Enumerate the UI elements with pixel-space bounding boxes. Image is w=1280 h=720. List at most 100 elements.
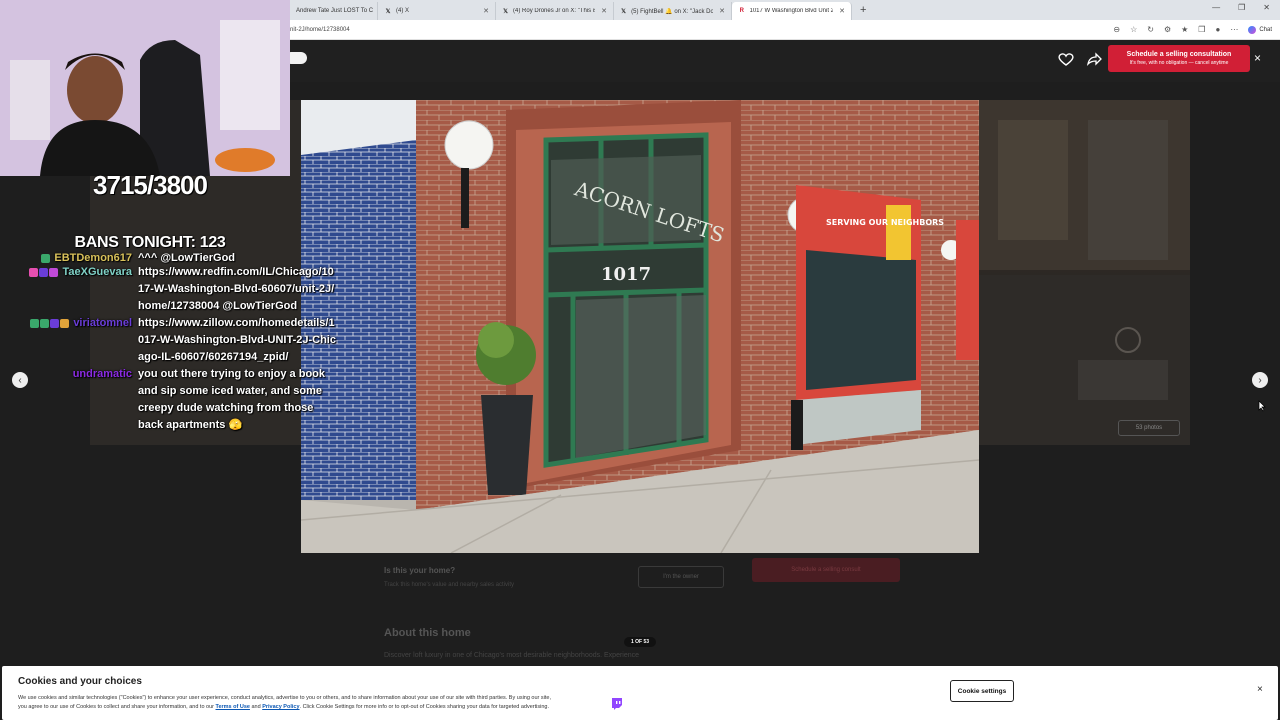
cookie-close-button[interactable]: × <box>1257 684 1263 695</box>
window-controls: — ❐ ✕ <box>1212 3 1270 12</box>
browser-tab-2[interactable]: 𝕏 (4) X ✕ <box>378 2 496 20</box>
chat-user-name: EBTDemon617 <box>54 252 132 264</box>
minimize-icon[interactable]: — <box>1212 3 1220 12</box>
cookie-settings-button[interactable]: Cookie settings <box>950 680 1014 702</box>
chat-username: EBTDemon617 <box>14 250 132 264</box>
copilot-chat-button[interactable]: Chat <box>1248 25 1272 34</box>
interior-photo <box>978 100 1190 445</box>
close-icon[interactable]: ✕ <box>483 7 489 15</box>
schedule-consultation-button[interactable]: Schedule a selling consultation It's fre… <box>1108 45 1250 72</box>
about-home-heading: About this home <box>384 627 471 639</box>
new-tab-button[interactable]: + <box>860 4 866 16</box>
mouse-cursor-icon <box>1258 400 1266 412</box>
window-sign-text: SERVING OUR NEIGHBORS <box>826 218 944 227</box>
parking-post <box>791 400 803 450</box>
main-listing-photo: ACORN LOFTS 1017 SERVING OUR NEIGHBORS <box>301 100 979 553</box>
vip-badge-icon <box>40 318 50 328</box>
browser-toolbar: ⊖ ☆ ↻ ⚙ ★ ❒ ● ⋯ Chat <box>1113 25 1272 34</box>
browser-tab-1[interactable]: Andrew Tate Just LOST To C ✕ <box>290 2 378 20</box>
is-this-your-home-heading: Is this your home? <box>384 566 456 575</box>
streamer-webcam-image <box>0 0 290 176</box>
profile-icon[interactable]: ● <box>1215 25 1220 34</box>
browser-tab-4[interactable]: 𝕏 (5) FightBell 🔔 on X: "Jack Doher ✕ <box>614 2 732 20</box>
mod-badge-icon <box>30 318 40 328</box>
chat-username: TaeXGuevara <box>14 264 132 315</box>
goal-counter: 3715/3800 <box>93 170 208 200</box>
heart-badge-icon <box>29 267 39 277</box>
x-icon: 𝕏 <box>503 8 508 15</box>
gift-badge-icon <box>49 267 59 277</box>
close-icon[interactable]: ✕ <box>719 7 725 15</box>
redfin-icon: R <box>739 8 744 14</box>
tab-label: (4) Roy Drones Jr on X: "This is wh <box>513 8 595 14</box>
share-icon[interactable] <box>1086 52 1102 66</box>
chat-text: you out there trying to enjoy a book and… <box>138 368 326 431</box>
cookie-text-post: . Click Cookie Settings for more info or… <box>299 704 549 710</box>
about-home-text: Discover loft luxury in one of Chicago's… <box>384 652 640 659</box>
stream-chat: EBTDemon617 ^^^ @LowTierGod TaeXGuevara … <box>14 250 344 434</box>
cookie-title: Cookies and your choices <box>18 676 142 687</box>
cookie-banner: Cookies and your choices We use cookies … <box>2 666 1278 720</box>
chevron-right-icon: › <box>1258 374 1262 386</box>
terms-of-use-link[interactable]: Terms of Use <box>216 704 250 710</box>
schedule-consult-button[interactable]: Schedule a selling consult <box>752 558 900 582</box>
cookie-and: and <box>251 704 261 710</box>
screen: Andrew Tate Just LOST To C ✕ 𝕏 (4) X ✕ 𝕏… <box>0 0 1280 720</box>
chat-label: Chat <box>1259 26 1272 33</box>
privacy-policy-link[interactable]: Privacy Policy <box>262 704 299 710</box>
chat-message: undramatic you out there trying to enjoy… <box>14 366 344 434</box>
chat-user-name: viriatomnel <box>73 317 132 329</box>
bookmark-star-icon[interactable]: ☆ <box>1130 25 1137 34</box>
twitch-icon <box>612 698 622 710</box>
tab-label: 1017 W Washington Blvd Unit 2J, <box>749 8 834 14</box>
photo-counter: 1 OF 53 <box>624 637 656 647</box>
menu-icon[interactable]: ⋯ <box>1230 25 1238 34</box>
close-icon[interactable]: ✕ <box>601 7 607 15</box>
bits-badge-icon <box>60 318 70 328</box>
zoom-icon[interactable]: ⊖ <box>1113 25 1120 34</box>
favorite-heart-icon[interactable] <box>1058 52 1074 66</box>
photos-count-chip[interactable]: 53 photos <box>1118 420 1180 436</box>
collections-icon[interactable]: ❒ <box>1198 25 1205 34</box>
chat-user-name: undramatic <box>72 368 132 380</box>
sub-badge-icon <box>50 318 60 328</box>
next-photo-preview[interactable] <box>978 100 1190 445</box>
chat-text: ^^^ @LowTierGod <box>138 252 236 264</box>
close-viewer-button[interactable]: × <box>1254 52 1261 64</box>
cta-subtitle: It's free, with no obligation — cancel a… <box>1129 60 1229 66</box>
building-number: 1017 <box>601 264 651 285</box>
chat-message: TaeXGuevara https://www.redfin.com/IL/Ch… <box>14 264 344 315</box>
cookie-text-line2: you agree to our use of Cookies to colle… <box>18 704 549 710</box>
restore-icon[interactable]: ❐ <box>1238 3 1245 12</box>
chat-message: viriatomnel https://www.zillow.com/homed… <box>14 315 344 366</box>
tab-label: (5) FightBell 🔔 on X: "Jack Doher <box>631 8 714 15</box>
browser-tab-3[interactable]: 𝕏 (4) Roy Drones Jr on X: "This is wh ✕ <box>496 2 614 20</box>
cta-title: Schedule a selling consultation <box>1126 51 1232 58</box>
copilot-icon <box>1248 25 1257 34</box>
close-icon[interactable]: ✕ <box>839 7 845 15</box>
im-the-owner-button[interactable]: I'm the owner <box>638 566 724 588</box>
chat-message: EBTDemon617 ^^^ @LowTierGod <box>14 250 344 264</box>
url-field[interactable]: nit-2J/home/12738004 <box>290 27 350 33</box>
chat-text: https://www.zillow.com/homedetails/1017-… <box>138 317 336 363</box>
chat-text: https://www.redfin.com/IL/Chicago/1017-W… <box>138 266 335 312</box>
tab-label: (4) X <box>396 8 410 14</box>
refresh-icon[interactable]: ↻ <box>1147 25 1154 34</box>
favorites-icon[interactable]: ★ <box>1181 25 1188 34</box>
cookie-text-line1: We use cookies and similar technologies … <box>18 695 551 701</box>
sub-badge-icon <box>39 267 49 277</box>
webcam-overlay <box>0 0 290 176</box>
building-facade-image: ACORN LOFTS 1017 SERVING OUR NEIGHBORS <box>301 100 979 553</box>
chat-user-name: TaeXGuevara <box>62 266 132 278</box>
is-this-your-home-sub: Track this home's value and nearby sales… <box>384 582 514 588</box>
x-icon: 𝕏 <box>385 8 391 15</box>
browser-tab-5[interactable]: R 1017 W Washington Blvd Unit 2J, ✕ <box>732 2 852 20</box>
chat-username: undramatic <box>14 366 132 434</box>
next-photo-button[interactable]: › <box>1252 372 1268 388</box>
extensions-icon[interactable]: ⚙ <box>1164 25 1171 34</box>
badge-icon <box>41 253 51 263</box>
cookie-text-pre: you agree to our use of Cookies to colle… <box>18 704 214 710</box>
x-icon: 𝕏 <box>621 8 626 15</box>
chat-username: viriatomnel <box>14 315 132 366</box>
close-window-icon[interactable]: ✕ <box>1263 3 1270 12</box>
